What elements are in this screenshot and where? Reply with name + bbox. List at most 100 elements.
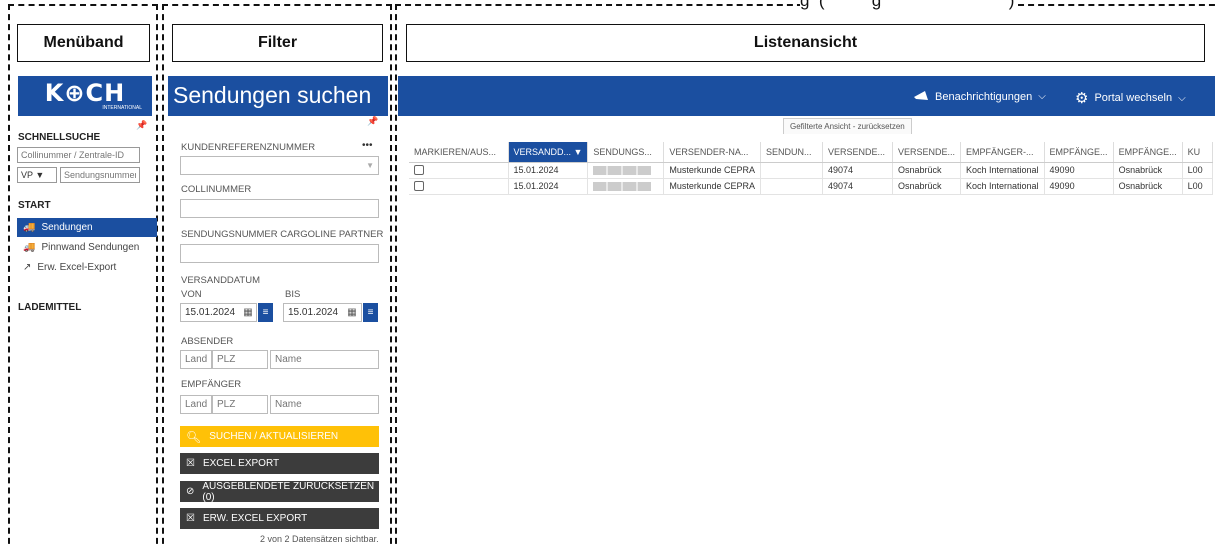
colli-search-input[interactable] <box>17 147 140 163</box>
list-label: Listenansicht <box>406 24 1205 62</box>
sidebar-item-sendungen[interactable]: 🚚 Sendungen <box>17 218 157 237</box>
search-button[interactable]: 🔍︎ SUCHEN / AKTUALISIEREN <box>180 426 379 447</box>
table-cell <box>760 162 823 179</box>
table-row[interactable]: 15.01.2024 Musterkunde CEPRA 49074 Osnab… <box>409 162 1213 179</box>
column-header[interactable]: EMPFÄNGE... <box>1113 142 1183 163</box>
calendar-icon[interactable]: ▦ <box>242 307 254 319</box>
koch-logo[interactable]: K⊕CH INTERNATIONAL <box>18 76 152 116</box>
column-header[interactable]: VERSENDE... <box>892 142 961 163</box>
sender-name-input[interactable] <box>270 350 379 369</box>
date-from-value: 15.01.2024 <box>185 307 236 318</box>
table-cell: 49090 <box>1044 178 1114 195</box>
filter-label: Filter <box>172 24 383 62</box>
search-button-label: SUCHEN / AKTUALISIEREN <box>209 431 339 442</box>
start-heading: START <box>18 200 51 211</box>
top-partial-text: g ( g ) <box>800 0 1015 11</box>
reset-hidden-label: AUSGEBLENDETE ZURÜCKSETZEN (0) <box>202 480 375 503</box>
megaphone-icon <box>913 89 929 104</box>
column-header-sorted[interactable]: VERSANDD... ▼ <box>508 142 589 163</box>
redacted-value <box>593 166 652 176</box>
column-header[interactable]: VERSENDER-NA... <box>663 142 761 163</box>
date-range-button[interactable]: ≡ <box>258 303 273 322</box>
column-header[interactable]: EMPFÄNGER-... <box>960 142 1045 163</box>
sidebar-item-excel-export[interactable]: ↗ Erw. Excel-Export <box>17 258 157 277</box>
shipment-search-input[interactable] <box>60 167 140 183</box>
table-cell: 49074 <box>822 162 893 179</box>
column-header[interactable]: EMPFÄNGE... <box>1044 142 1114 163</box>
excel-export-button[interactable]: ☒ EXCEL EXPORT <box>180 453 379 474</box>
chevron-down-icon: ▼ <box>366 161 374 170</box>
sidebar-item-label: Pinnwand Sendungen <box>41 242 140 253</box>
sidebar-item-pinnwand[interactable]: 🚚 Pinnwand Sendungen <box>17 238 157 257</box>
date-range-button[interactable]: ≡ <box>363 303 378 322</box>
sidebar-pin-icon[interactable]: 📌 <box>136 120 147 131</box>
table-cell: Musterkunde CEPRA <box>663 178 761 195</box>
cargoline-label: SENDUNGSNUMMER CARGOLINE PARTNER <box>181 229 384 240</box>
excel-export-label: EXCEL EXPORT <box>202 458 280 469</box>
recipient-name-input[interactable] <box>270 395 379 414</box>
reset-hidden-button[interactable]: ⊘ AUSGEBLENDETE ZURÜCKSETZEN (0) <box>180 480 379 503</box>
table-cell: 15.01.2024 <box>508 178 589 195</box>
search-icon: 🔍︎ <box>186 429 202 444</box>
sender-country-input[interactable] <box>180 350 212 369</box>
select-value: VP <box>21 170 33 180</box>
table-cell: Koch International <box>960 178 1045 195</box>
column-header[interactable]: SENDUN... <box>760 142 823 163</box>
date-label: VERSANDDATUM <box>181 275 260 286</box>
column-header[interactable]: VERSENDE... <box>822 142 893 163</box>
cargoline-input[interactable] <box>180 244 379 263</box>
shipments-table: MARKIEREN/AUS... VERSANDD... ▼ SENDUNGS.… <box>409 142 1213 195</box>
menu-label: Menüband <box>17 24 150 62</box>
truck-icon: 🚚 <box>23 242 36 253</box>
record-count: 2 von 2 Datensätzen sichtbar. <box>260 534 379 544</box>
recipient-label: EMPFÄNGER <box>181 379 242 390</box>
ext-excel-export-button[interactable]: ☒ ERW. EXCEL EXPORT <box>180 508 379 529</box>
sender-label: ABSENDER <box>181 336 234 347</box>
column-header[interactable]: SENDUNGS... <box>587 142 665 163</box>
table-cell: 49090 <box>1044 162 1114 179</box>
recipient-zip-input[interactable] <box>212 395 268 414</box>
table-cell <box>760 178 823 195</box>
sender-zip-input[interactable] <box>212 350 268 369</box>
table-cell: Musterkunde CEPRA <box>663 162 761 179</box>
excel-icon: ☒ <box>186 513 195 524</box>
recipient-country-input[interactable] <box>180 395 212 414</box>
portal-label: Portal wechseln <box>1094 92 1173 104</box>
table-row[interactable]: 15.01.2024 Musterkunde CEPRA 49074 Osnab… <box>409 178 1213 195</box>
calendar-icon[interactable]: ▦ <box>346 307 358 319</box>
sidebar-item-label: Sendungen <box>41 222 93 233</box>
redacted-cell <box>587 178 665 195</box>
filter-pin-icon[interactable]: 📌 <box>367 116 378 127</box>
table-cell: Osnabrück <box>892 178 961 195</box>
more-options-button[interactable]: ••• <box>362 140 373 151</box>
portal-switch-button[interactable]: ⚙ Portal wechseln ⌵ <box>1075 89 1186 107</box>
ext-excel-export-label: ERW. EXCEL EXPORT <box>202 513 308 524</box>
column-header[interactable]: MARKIEREN/AUS... <box>409 142 509 163</box>
search-type-select[interactable]: VP ▼ <box>17 167 57 183</box>
redacted-value <box>593 182 652 192</box>
customer-ref-select[interactable]: ▼ <box>180 156 379 175</box>
table-cell: Osnabrück <box>1113 178 1183 195</box>
colli-label: COLLINUMMER <box>181 184 252 195</box>
chevron-down-icon: ⌵ <box>1178 92 1186 104</box>
row-checkbox[interactable] <box>414 181 424 192</box>
excel-icon: ☒ <box>186 458 195 469</box>
row-checkbox-cell[interactable] <box>409 162 509 179</box>
logo-text: K⊕CH <box>44 79 126 107</box>
row-checkbox[interactable] <box>414 165 424 176</box>
quick-search-heading: SCHNELLSUCHE <box>18 132 101 143</box>
gear-icon: ⚙ <box>1075 90 1089 107</box>
truck-icon: 🚚 <box>23 222 36 233</box>
colli-input[interactable] <box>180 199 379 218</box>
customer-ref-label: KUNDENREFERENZNUMMER <box>181 142 316 153</box>
notifications-button[interactable]: Benachrichtigungen ⌵ <box>913 89 1046 104</box>
row-checkbox-cell[interactable] <box>409 178 509 195</box>
to-label: BIS <box>285 289 301 300</box>
table-header-row: MARKIEREN/AUS... VERSANDD... ▼ SENDUNGS.… <box>409 142 1213 163</box>
notifications-label: Benachrichtigungen <box>935 90 1033 103</box>
date-to-value: 15.01.2024 <box>288 307 339 318</box>
column-header[interactable]: KU <box>1182 142 1213 163</box>
logo-subtext: INTERNATIONAL <box>102 105 142 111</box>
lademittel-heading[interactable]: LADEMITTEL <box>18 302 81 313</box>
filtered-view-tab[interactable]: Gefilterte Ansicht - zurücksetzen <box>783 118 912 134</box>
